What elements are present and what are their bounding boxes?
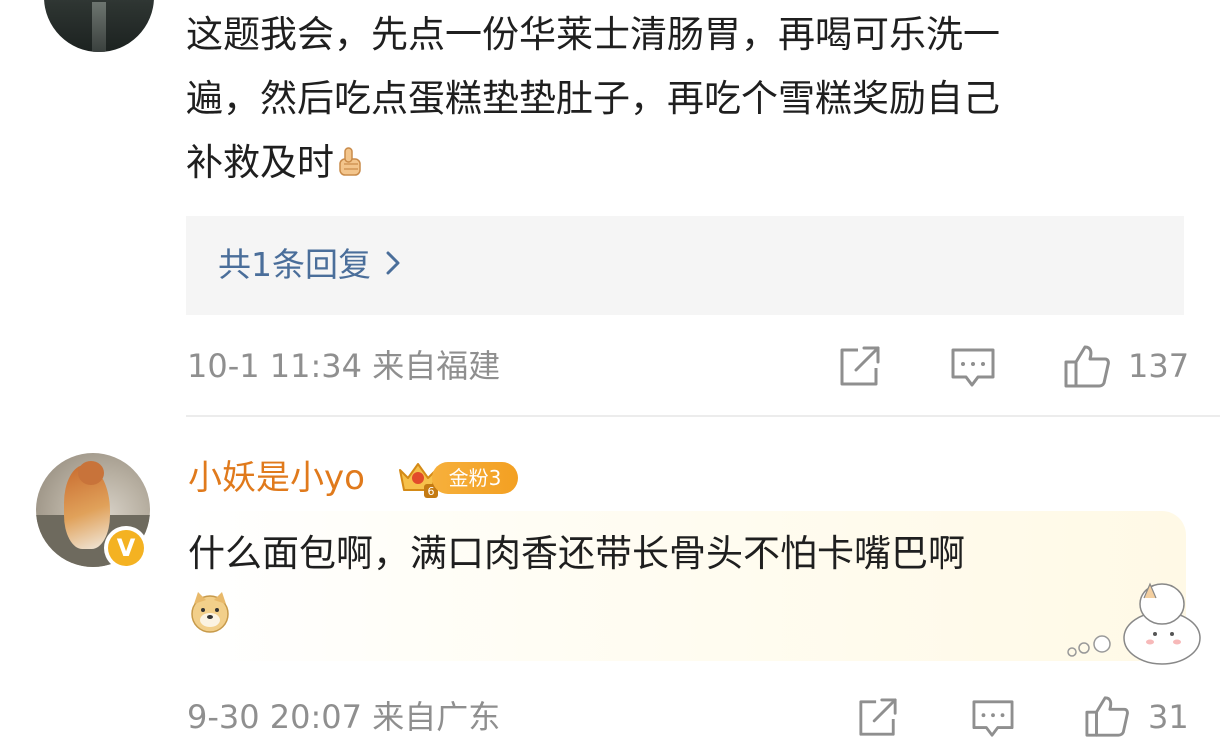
doge-emoji-icon <box>191 592 229 633</box>
username[interactable]: 小妖是小yo <box>188 455 365 501</box>
sticker-decoration <box>1067 582 1201 665</box>
thumbs-up-icon[interactable] <box>1063 343 1111 389</box>
fan-badge[interactable]: 6 金粉3 <box>396 458 520 498</box>
comment-meta: 9-30 20:07 来自广东 <box>187 698 501 736</box>
comment-text-line: 这题我会，先点一份华莱士清肠胃，再喝可乐洗一 <box>186 13 1000 56</box>
chevron-right-icon <box>386 251 400 275</box>
comment-icon[interactable] <box>971 699 1015 739</box>
like-count: 31 <box>1148 698 1189 736</box>
comment-meta: 10-1 11:34 来自福建 <box>187 347 501 385</box>
like-count: 137 <box>1128 347 1190 385</box>
fan-badge-label: 金粉3 <box>432 462 518 494</box>
thumbs-up-icon[interactable] <box>1084 694 1130 738</box>
verified-badge: V <box>104 526 148 570</box>
divider <box>186 415 1220 417</box>
thumbs-up-emoji-icon <box>339 147 361 176</box>
verified-icon: V <box>108 530 144 566</box>
view-replies-link[interactable]: 共1条回复 <box>218 240 401 290</box>
share-icon[interactable] <box>838 346 882 388</box>
fan-level: 6 <box>428 485 435 498</box>
share-icon[interactable] <box>857 698 899 738</box>
comment-body: 这题我会，先点一份华莱士清肠胃，再喝可乐洗一 遍，然后吃点蛋糕垫垫肚子，再吃个雪… <box>186 3 1186 195</box>
avatar[interactable] <box>44 0 154 52</box>
comment-body: 什么面包啊，满口肉香还带长骨头不怕卡嘴巴啊 <box>188 532 965 575</box>
reply-count-label[interactable]: 共1条回复 <box>218 245 371 284</box>
comment-icon[interactable] <box>950 347 996 389</box>
comment-text-line: 补救及时 <box>186 131 1186 195</box>
comment-text-line: 遍，然后吃点蛋糕垫垫肚子，再吃个雪糕奖励自己 <box>186 77 1000 120</box>
